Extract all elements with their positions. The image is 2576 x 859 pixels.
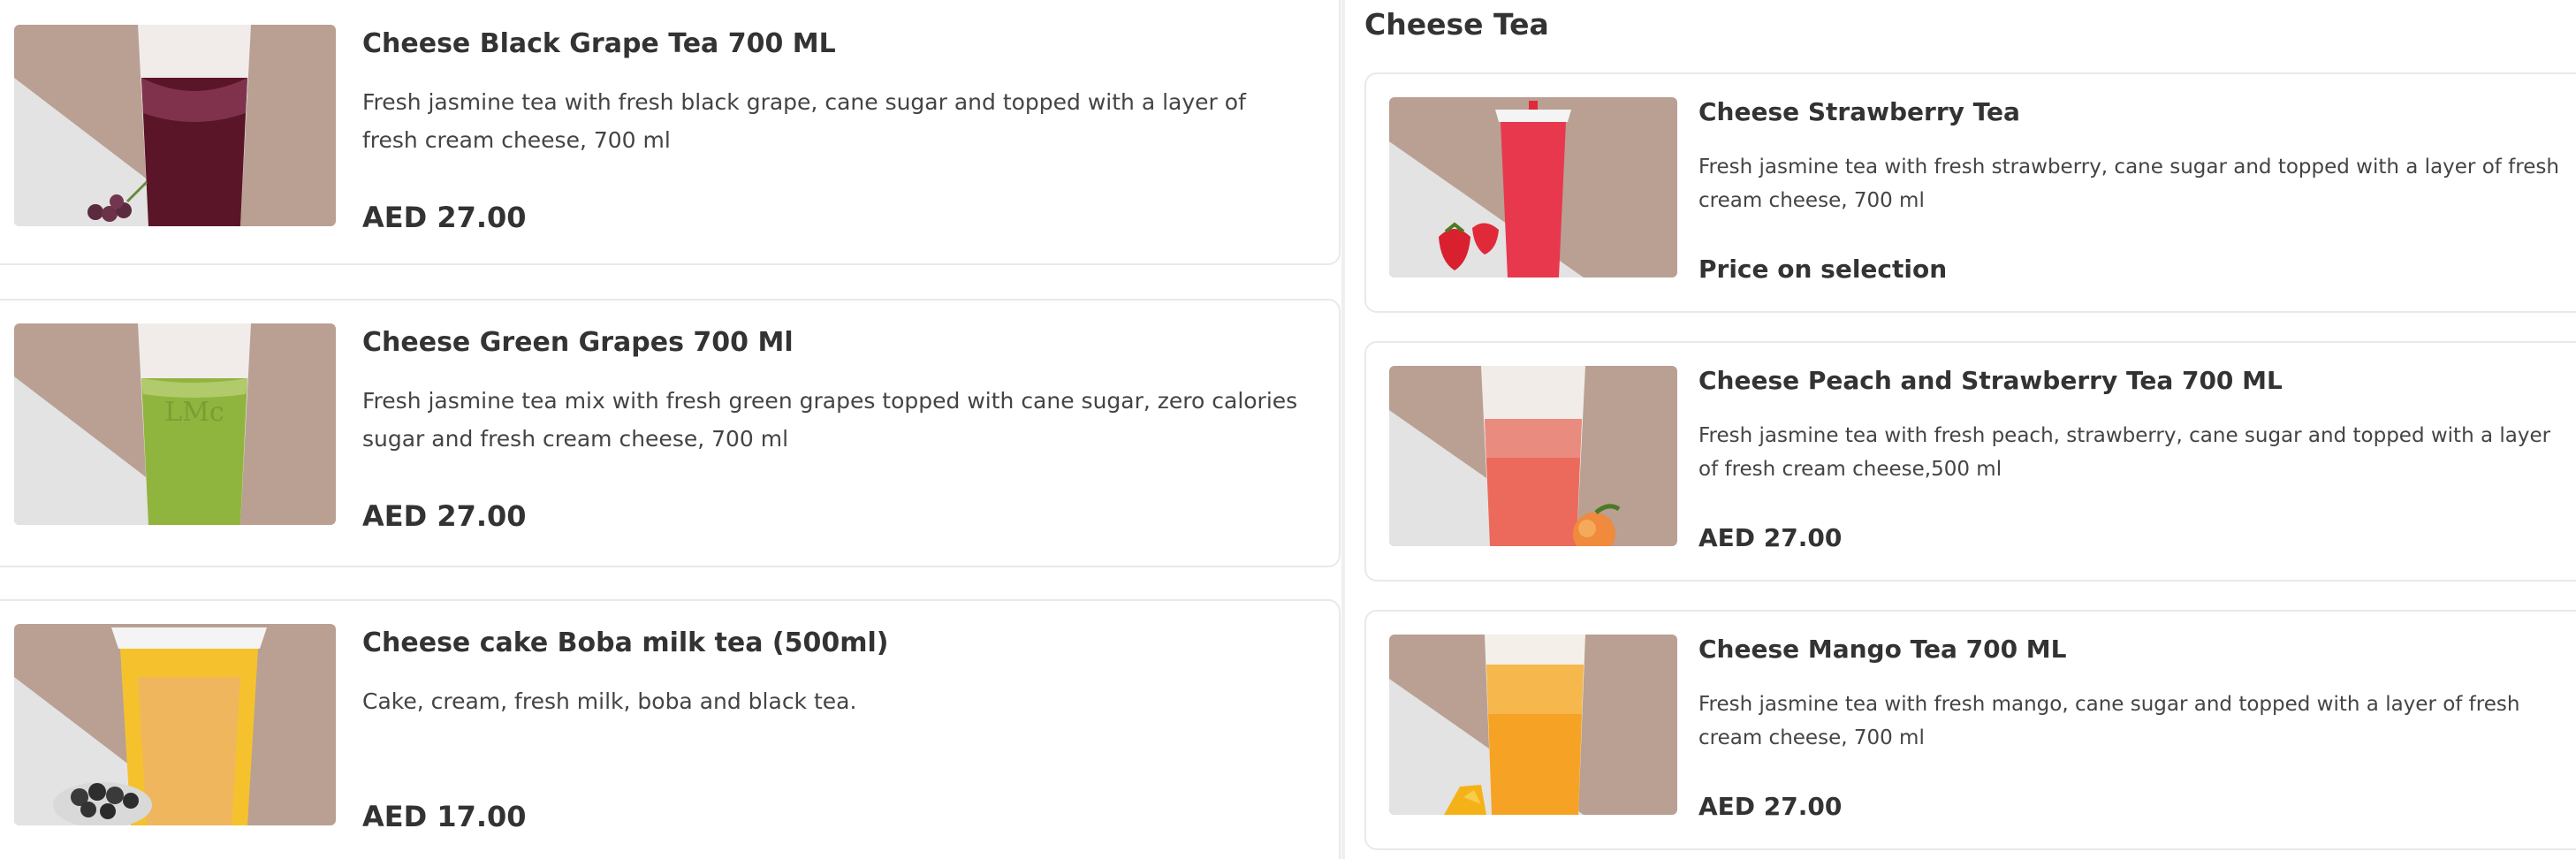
product-image: LMc [14, 323, 336, 525]
product-name: Cheese Black Grape Tea 700 ML [362, 28, 836, 59]
product-price: AED 27.00 [1698, 523, 1843, 552]
cheese-tea-section: Cheese Tea Cheese Strawberry Tea Fresh j… [1347, 0, 2576, 859]
product-description: Fresh jasmine tea with fresh black grape… [362, 89, 1246, 153]
section-title: Cheese Tea [1364, 7, 1549, 42]
svg-text:LMc: LMc [164, 397, 224, 428]
product-description: Cake, cream, fresh milk, boba and black … [362, 688, 857, 714]
product-name: Cheese Mango Tea 700 ML [1698, 635, 2067, 664]
product-image [1389, 97, 1677, 277]
product-price: AED 27.00 [1698, 792, 1843, 821]
drink-photo [1389, 635, 1677, 815]
drink-photo [14, 25, 336, 226]
product-price: AED 17.00 [362, 800, 527, 833]
menu-item-card[interactable]: Cheese Strawberry Tea Fresh jasmine tea … [1364, 72, 2576, 313]
product-image [1389, 366, 1677, 546]
product-name: Cheese cake Boba milk tea (500ml) [362, 627, 889, 658]
drink-photo [14, 624, 336, 825]
product-image [14, 25, 336, 226]
drink-photo: LMc [14, 323, 336, 525]
product-name: Cheese Green Grapes 700 Ml [362, 327, 794, 358]
product-description: Fresh jasmine tea with fresh mango, cane… [1698, 693, 2520, 749]
product-name: Cheese Peach and Strawberry Tea 700 ML [1698, 366, 2283, 395]
product-name: Cheese Strawberry Tea [1698, 97, 2020, 126]
product-price: Price on selection [1698, 255, 1948, 284]
menu-item-card[interactable]: Cheese Mango Tea 700 ML Fresh jasmine te… [1364, 610, 2576, 850]
drink-photo [1389, 366, 1677, 546]
product-description: Fresh jasmine tea mix with fresh green g… [362, 388, 1298, 452]
product-description: Fresh jasmine tea with fresh strawberry,… [1698, 156, 2559, 212]
product-price: AED 27.00 [362, 201, 527, 234]
product-image [14, 624, 336, 825]
product-image [1389, 635, 1677, 815]
column-divider [1341, 0, 1345, 859]
product-price: AED 27.00 [362, 499, 527, 533]
drink-photo [1389, 97, 1677, 277]
menu-item-card[interactable]: LMc Cheese Green Grapes 700 Ml Fresh jas… [0, 299, 1341, 567]
menu-page: Cheese Black Grape Tea 700 ML Fresh jasm… [0, 0, 2576, 859]
product-description: Fresh jasmine tea with fresh peach, stra… [1698, 424, 2551, 481]
menu-item-card[interactable]: Cheese Black Grape Tea 700 ML Fresh jasm… [0, 0, 1341, 265]
left-menu-column: Cheese Black Grape Tea 700 ML Fresh jasm… [0, 0, 1343, 859]
menu-item-card[interactable]: Cheese Peach and Strawberry Tea 700 ML F… [1364, 341, 2576, 582]
menu-item-card[interactable]: Cheese cake Boba milk tea (500ml) Cake, … [0, 599, 1341, 859]
